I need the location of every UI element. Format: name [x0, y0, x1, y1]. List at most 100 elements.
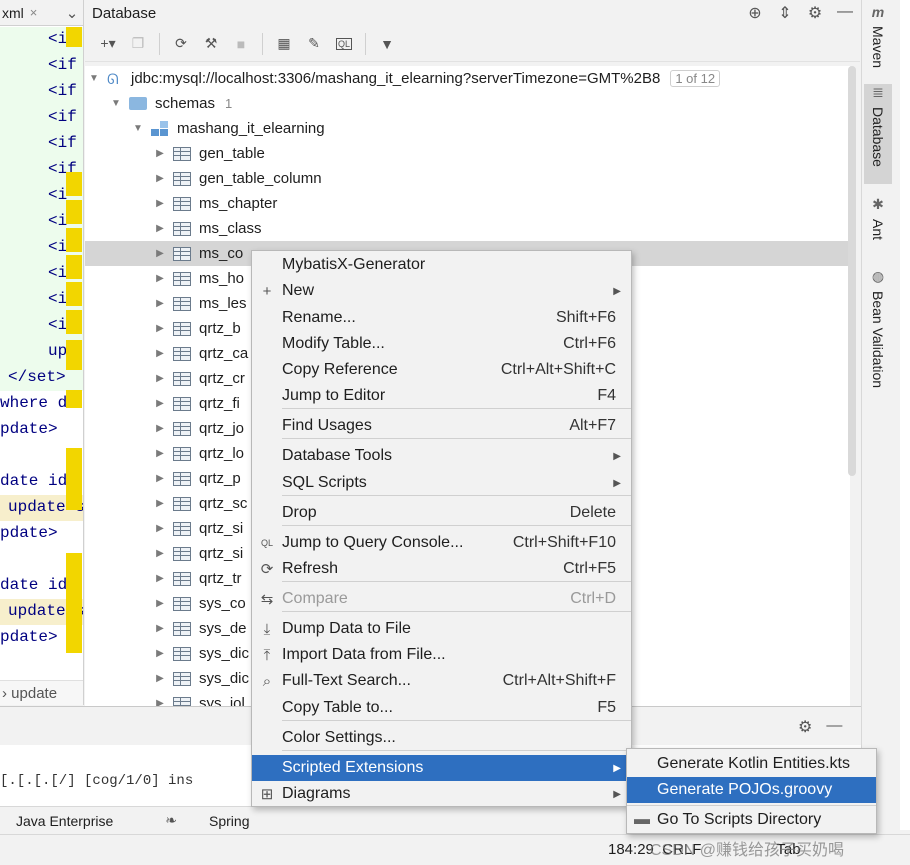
table-icon [173, 646, 191, 661]
expand-arrow-icon[interactable]: ▶ [153, 473, 167, 484]
chevron-down-icon[interactable]: ⌄ [61, 4, 83, 22]
menu-item-shortcut: Ctrl+Alt+Shift+F [502, 672, 616, 689]
expand-arrow-icon[interactable]: ▶ [153, 573, 167, 584]
menu-item-sql-scripts[interactable]: SQL Scripts ▶ [252, 470, 631, 496]
menu-item-jump-to-editor[interactable]: Jump to Editor F4 [252, 383, 631, 409]
expand-arrow-icon[interactable]: ▶ [153, 498, 167, 509]
tree-node-table[interactable]: ▶ gen_table_column [85, 166, 850, 191]
menu-item-mybatisx-generator[interactable]: MybatisX-Generator [252, 252, 631, 278]
spring-tab[interactable]: ❧ Spring [157, 812, 267, 829]
menu-item-jump-to-query-console[interactable]: QL Jump to Query Console... Ctrl+Shift+F10 [252, 530, 631, 556]
properties-icon[interactable]: ⚒ [198, 32, 224, 56]
menu-item-new[interactable]: + New ▶ [252, 278, 631, 304]
expand-arrow-icon[interactable]: ▼ [131, 123, 145, 134]
table-label: ms_co [199, 245, 244, 262]
expand-arrow-icon[interactable]: ▶ [153, 648, 167, 659]
expand-arrow-icon[interactable]: ▶ [153, 423, 167, 434]
java-enterprise-tab[interactable]: Java Enterprise [8, 813, 131, 829]
expand-arrow-icon[interactable]: ▶ [153, 348, 167, 359]
menu-item-dump-data-to-file[interactable]: ⤓ Dump Data to File [252, 616, 631, 642]
query-console-icon[interactable]: QL [331, 32, 357, 56]
tree-scrollbar[interactable] [848, 66, 858, 476]
close-icon[interactable]: × [30, 5, 38, 20]
menu-item-modify-table[interactable]: Modify Table... Ctrl+F6 [252, 331, 631, 357]
mysql-icon: ᘏ [107, 70, 119, 87]
menu-item-find-usages[interactable]: Find Usages Alt+F7 [252, 413, 631, 439]
expand-arrow-icon[interactable]: ▶ [153, 273, 167, 284]
menu-item-copy-table-to[interactable]: Copy Table to... F5 [252, 695, 631, 721]
menu-item-color-settings[interactable]: Color Settings... [252, 725, 631, 751]
expand-arrow-icon[interactable]: ▶ [153, 298, 167, 309]
menu-item-import-data-from-file[interactable]: ⤒ Import Data from File... [252, 642, 631, 668]
panel-title: Database [92, 4, 157, 22]
table-editor-icon[interactable]: ▦ [271, 32, 297, 56]
database-tool-button[interactable]: ≣ Database [864, 84, 892, 184]
menu-item-copy-reference[interactable]: Copy Reference Ctrl+Alt+Shift+C [252, 357, 631, 383]
filter-icon[interactable]: ▼ [374, 32, 400, 56]
tree-node-table[interactable]: ▶ ms_chapter [85, 191, 850, 216]
duplicate-icon[interactable]: ❐ [125, 32, 151, 56]
table-icon [173, 221, 191, 236]
menu-item-full-text-search[interactable]: ⌕ Full-Text Search... Ctrl+Alt+Shift+F [252, 668, 631, 694]
expand-arrow-icon[interactable]: ▶ [153, 523, 167, 534]
tree-node-table[interactable]: ▶ ms_class [85, 216, 850, 241]
expand-arrow-icon[interactable]: ▶ [153, 198, 167, 209]
gear-icon[interactable]: ⚙ [800, 3, 830, 23]
table-label: qrtz_tr [199, 570, 242, 587]
change-marker [66, 282, 82, 306]
locate-icon[interactable]: ⊕ [740, 3, 770, 23]
collapse-all-icon[interactable]: ⇕ [770, 3, 800, 23]
menu-item-rename[interactable]: Rename... Shift+F6 [252, 305, 631, 331]
ant-tool-button[interactable]: ✱ Ant [864, 196, 892, 252]
editor-tab[interactable]: xml × [0, 5, 37, 21]
menu-item-generate-kotlin[interactable]: Generate Kotlin Entities.kts [627, 751, 876, 777]
table-icon [173, 296, 191, 311]
change-marker [66, 553, 82, 653]
expand-arrow-icon[interactable]: ▶ [153, 323, 167, 334]
scrollbar-thumb[interactable] [848, 66, 856, 476]
expand-arrow-icon[interactable]: ▶ [153, 223, 167, 234]
expand-arrow-icon[interactable]: ▶ [153, 623, 167, 634]
menu-item-shortcut: F4 [597, 387, 616, 404]
menu-item-database-tools[interactable]: Database Tools ▶ [252, 443, 631, 469]
expand-arrow-icon[interactable]: ▶ [153, 548, 167, 559]
menu-separator [282, 611, 631, 612]
expand-arrow-icon[interactable]: ▼ [109, 98, 123, 109]
expand-arrow-icon[interactable]: ▶ [153, 173, 167, 184]
breadcrumb-item[interactable]: update [11, 685, 57, 702]
refresh-icon[interactable]: ⟳ [168, 32, 194, 56]
expand-arrow-icon[interactable]: ▼ [87, 73, 101, 84]
tree-node-table[interactable]: ▶ gen_table [85, 141, 850, 166]
tree-node-connection[interactable]: ▼ ᘏ jdbc:mysql://localhost:3306/mashang_… [85, 66, 850, 91]
minimize-icon[interactable]: — [830, 3, 860, 23]
stop-icon[interactable]: ■ [228, 32, 254, 56]
menu-item-label: Modify Table... [282, 335, 385, 352]
expand-arrow-icon[interactable]: ▶ [153, 148, 167, 159]
gear-icon[interactable]: ⚙ [798, 717, 812, 737]
expand-arrow-icon[interactable]: ▶ [153, 398, 167, 409]
bean-validation-tool-button[interactable]: ◍ Bean Validation [864, 268, 892, 392]
menu-item-drop[interactable]: Drop Delete [252, 500, 631, 526]
edit-icon[interactable]: ✎ [301, 32, 327, 56]
menu-item-diagrams[interactable]: ⊞ Diagrams ▶ [252, 781, 631, 807]
menu-item-label: Jump to Query Console... [282, 534, 464, 551]
menu-item-generate-pojos[interactable]: Generate POJOs.groovy [627, 777, 876, 803]
code-editor[interactable]: xml × ⌄ <if <if <if <if <if <if <i <i <i <i <i <i up… [0, 0, 84, 705]
menu-item-go-to-scripts[interactable]: ▬ Go To Scripts Directory [627, 807, 876, 833]
expand-arrow-icon[interactable]: ▶ [153, 373, 167, 384]
breadcrumb[interactable]: › update [0, 680, 83, 705]
add-icon[interactable]: +▾ [95, 32, 121, 56]
code-line: <i [48, 316, 68, 334]
tree-node-schemas[interactable]: ▼ schemas 1 [85, 91, 850, 116]
menu-item-refresh[interactable]: ⟳ Refresh Ctrl+F5 [252, 556, 631, 582]
minimize-icon[interactable]: — [826, 717, 842, 737]
expand-arrow-icon[interactable]: ▶ [153, 698, 167, 706]
expand-arrow-icon[interactable]: ▶ [153, 448, 167, 459]
maven-tool-button[interactable]: m Maven [864, 4, 892, 76]
menu-item-scripted-extensions[interactable]: Scripted Extensions ▶ [252, 755, 631, 781]
expand-arrow-icon[interactable]: ▶ [153, 598, 167, 609]
tree-node-schema[interactable]: ▼ mashang_it_elearning [85, 116, 850, 141]
expand-arrow-icon[interactable]: ▶ [153, 673, 167, 684]
expand-arrow-icon[interactable]: ▶ [153, 248, 167, 259]
menu-item-compare[interactable]: ⇆ Compare Ctrl+D [252, 586, 631, 612]
